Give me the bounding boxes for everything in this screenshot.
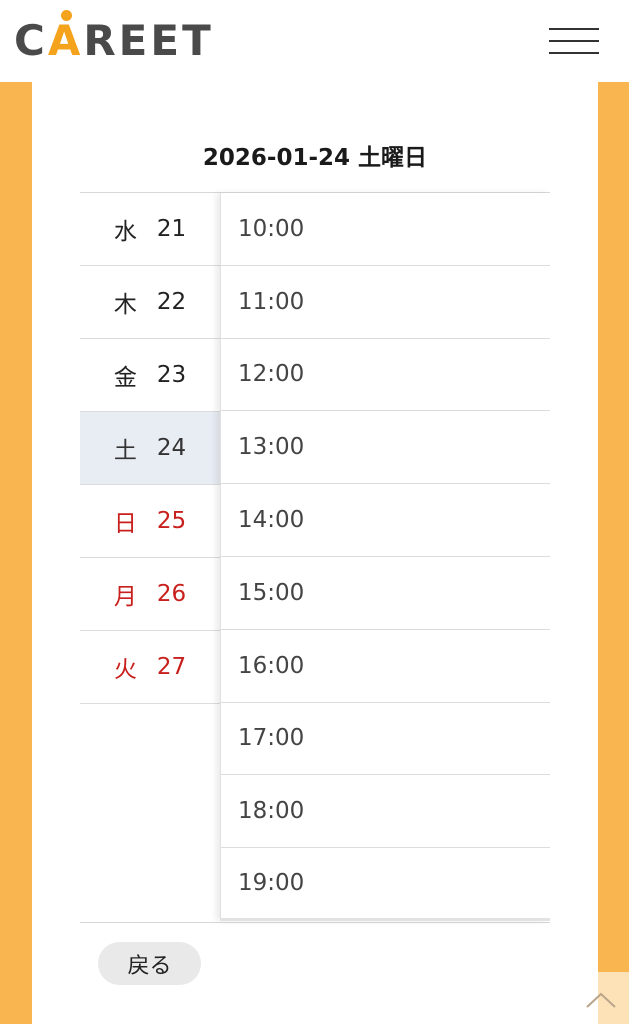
selected-date-title: 2026-01-24 土曜日	[202, 145, 428, 171]
day-of-week: 水	[113, 219, 137, 245]
day-item[interactable]: 水 21	[80, 193, 220, 266]
site-header: C A REET	[0, 0, 629, 82]
logo-accent-letter: A	[48, 10, 84, 62]
time-slot[interactable]: 15:00	[221, 557, 550, 630]
hamburger-line	[549, 28, 599, 30]
logo-dot-icon	[60, 10, 72, 21]
day-number: 23	[156, 362, 187, 388]
time-slot[interactable]: 18:00	[221, 775, 550, 849]
day-number: 25	[156, 508, 187, 534]
day-of-week: 金	[113, 365, 137, 391]
time-list: 10:00 11:00 12:00 13:00 14:00 15:00 16:00 17:00…	[220, 193, 550, 921]
hamburger-line	[549, 52, 599, 54]
day-of-week: 月	[113, 584, 137, 610]
day-of-week: 土	[113, 438, 137, 464]
day-number: 27	[156, 654, 187, 680]
reservation-card: 2026-01-24 土曜日 水 21 木 22 金 23 土 24 日 25 月 26 火 27 10:…	[32, 82, 598, 1024]
day-number: 21	[156, 216, 187, 242]
careet-logo[interactable]: C A REET	[14, 10, 214, 65]
day-item[interactable]: 金 23	[80, 339, 220, 412]
day-number: 22	[156, 289, 187, 315]
back-button[interactable]: 戻る	[98, 942, 201, 985]
logo-suffix: REET	[83, 16, 214, 65]
logo-prefix: C	[14, 16, 48, 65]
day-item[interactable]: 木 22	[80, 266, 220, 339]
day-item[interactable]: 火 27	[80, 631, 220, 704]
day-item[interactable]: 土 24	[80, 412, 220, 485]
day-item[interactable]: 日 25	[80, 485, 220, 558]
time-slot[interactable]: 19:00	[221, 848, 550, 921]
chevron-up-icon	[586, 992, 616, 1008]
date-time-picker: 水 21 木 22 金 23 土 24 日 25 月 26 火 27 10:00 11:00 12:00 13:…	[80, 192, 550, 923]
day-of-week: 木	[113, 292, 137, 318]
time-slot[interactable]: 12:00	[221, 339, 550, 412]
time-slot[interactable]: 16:00	[221, 630, 550, 703]
day-number: 26	[156, 581, 187, 607]
time-slot[interactable]: 17:00	[221, 703, 550, 776]
time-slot[interactable]: 10:00	[221, 193, 550, 266]
hamburger-menu-icon[interactable]	[549, 26, 599, 56]
hamburger-line	[549, 40, 599, 42]
time-slot[interactable]: 11:00	[221, 266, 550, 339]
day-of-week: 日	[113, 511, 137, 537]
time-slot[interactable]: 13:00	[221, 411, 550, 485]
day-item[interactable]: 月 26	[80, 558, 220, 631]
day-of-week: 火	[113, 657, 137, 683]
day-list: 水 21 木 22 金 23 土 24 日 25 月 26 火 27	[80, 193, 220, 704]
day-number: 24	[156, 435, 187, 461]
scroll-to-top-button[interactable]	[586, 972, 629, 1024]
logo-a: A	[47, 16, 84, 65]
time-slot[interactable]: 14:00	[221, 484, 550, 557]
